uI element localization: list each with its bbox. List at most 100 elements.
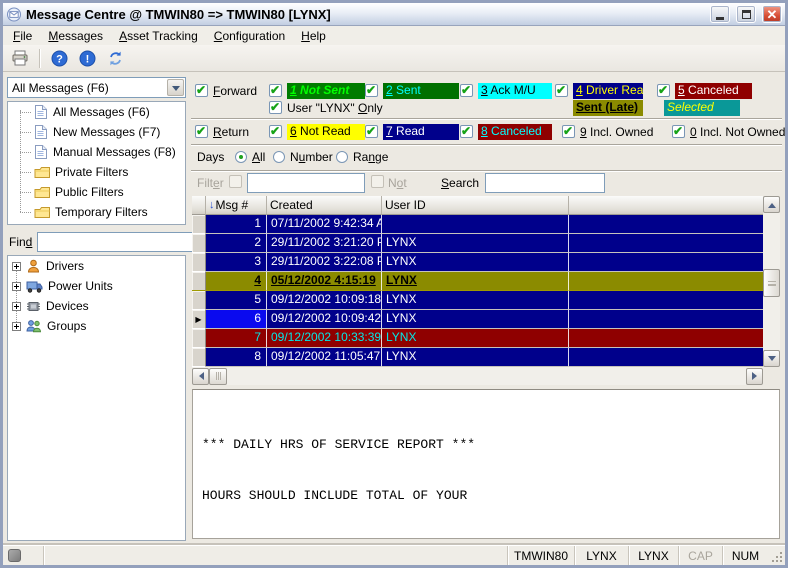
ack-checkbox[interactable]: [460, 84, 473, 97]
vertical-scrollbar[interactable]: [763, 196, 780, 367]
incl-owned-checkbox[interactable]: [562, 125, 575, 138]
forward-checkbox[interactable]: [195, 84, 208, 97]
table-row-4[interactable]: 4 05/12/2002 4:15:19 LYNX: [192, 272, 763, 291]
table-row-1[interactable]: 1 07/11/2002 9:42:34 A: [192, 215, 763, 234]
horizontal-scroll-track[interactable]: [227, 368, 746, 385]
info-button[interactable]: !: [76, 47, 98, 69]
msg-cell[interactable]: 1: [206, 215, 267, 234]
user-cell[interactable]: LYNX: [382, 272, 569, 291]
print-button[interactable]: [9, 47, 31, 69]
tree-item-manual-messages[interactable]: Manual Messages (F8): [8, 142, 185, 162]
filter-dropdown[interactable]: All Messages (F6): [7, 77, 186, 98]
scroll-up-button[interactable]: [763, 196, 780, 213]
dropdown-button[interactable]: [167, 79, 184, 96]
tree-item-devices[interactable]: Devices: [8, 296, 185, 316]
row-selector[interactable]: [192, 215, 206, 234]
vertical-scroll-thumb[interactable]: [763, 269, 780, 297]
msg-cell[interactable]: 2: [206, 234, 267, 253]
title-bar[interactable]: Message Centre @ TMWIN80 => TMWIN80 [LYN…: [3, 3, 785, 26]
canceled8-checkbox[interactable]: [460, 125, 473, 138]
table-row-8[interactable]: 8 09/12/2002 11:05:47 A LYNX: [192, 348, 763, 367]
msg-cell[interactable]: 7: [206, 329, 267, 348]
created-cell[interactable]: 09/12/2002 11:05:47 A: [267, 348, 382, 367]
header-user[interactable]: User ID: [382, 196, 569, 215]
not-sent-checkbox[interactable]: [269, 84, 282, 97]
tree-item-groups[interactable]: Groups: [8, 316, 185, 336]
table-row-6-current[interactable]: ▶ 6 09/12/2002 10:09:42 A LYNX: [192, 310, 763, 329]
close-button[interactable]: ✕: [762, 5, 782, 23]
menu-asset-tracking[interactable]: Asset Tracking: [111, 27, 206, 45]
table-row-2[interactable]: 2 29/11/2002 3:21:20 P LYNX: [192, 234, 763, 253]
refresh-button[interactable]: [104, 47, 126, 69]
user-only-checkbox[interactable]: [269, 101, 282, 114]
days-all-radio[interactable]: All: [235, 149, 265, 165]
msg-cell[interactable]: 3: [206, 253, 267, 272]
row-selector[interactable]: [192, 348, 206, 367]
user-cell[interactable]: LYNX: [382, 329, 569, 348]
msg-cell-current[interactable]: 6: [206, 310, 267, 329]
tree-item-public-filters[interactable]: Public Filters: [8, 182, 185, 202]
created-cell[interactable]: 05/12/2002 4:15:19: [267, 272, 382, 291]
created-cell[interactable]: 29/11/2002 3:21:20 P: [267, 234, 382, 253]
expand-plus-icon[interactable]: [12, 302, 21, 311]
tree-item-private-filters[interactable]: Private Filters: [8, 162, 185, 182]
tree-item-drivers[interactable]: Drivers: [8, 256, 185, 276]
table-row-3[interactable]: 3 29/11/2002 3:22:08 P LYNX: [192, 253, 763, 272]
created-cell[interactable]: 29/11/2002 3:22:08 P: [267, 253, 382, 272]
user-cell[interactable]: LYNX: [382, 310, 569, 329]
menu-configuration[interactable]: Configuration: [206, 27, 293, 45]
minimize-button[interactable]: [710, 5, 730, 23]
msg-cell[interactable]: 4: [206, 272, 267, 291]
resize-grip[interactable]: [768, 546, 785, 565]
tree-item-all-messages[interactable]: All Messages (F6): [8, 102, 185, 122]
menu-file[interactable]: File: [5, 27, 40, 45]
driver-read-checkbox[interactable]: [555, 84, 568, 97]
menu-messages[interactable]: Messages: [40, 27, 111, 45]
created-cell[interactable]: 09/12/2002 10:09:18 A: [267, 291, 382, 310]
row-selector[interactable]: [192, 272, 206, 291]
help-button[interactable]: ?: [48, 47, 70, 69]
created-cell[interactable]: 09/12/2002 10:09:42 A: [267, 310, 382, 329]
created-cell[interactable]: 07/11/2002 9:42:34 A: [267, 215, 382, 234]
expand-plus-icon[interactable]: [12, 282, 21, 291]
table-row-7[interactable]: 7 09/12/2002 10:33:39 A LYNX: [192, 329, 763, 348]
days-range-radio[interactable]: Range: [336, 149, 388, 165]
not-checkbox[interactable]: [371, 175, 384, 188]
not-read-checkbox[interactable]: [269, 125, 282, 138]
user-cell[interactable]: LYNX: [382, 253, 569, 272]
msg-cell[interactable]: 8: [206, 348, 267, 367]
row-selector[interactable]: [192, 329, 206, 348]
tree-item-power-units[interactable]: Power Units: [8, 276, 185, 296]
expand-plus-icon[interactable]: [12, 322, 21, 331]
scroll-right-button[interactable]: [746, 368, 763, 385]
user-cell[interactable]: [382, 215, 569, 234]
filter-checkbox[interactable]: [229, 175, 242, 188]
row-selector[interactable]: [192, 234, 206, 253]
created-cell[interactable]: 09/12/2002 10:33:39 A: [267, 329, 382, 348]
menu-help[interactable]: Help: [293, 27, 334, 45]
incl-not-owned-checkbox[interactable]: [672, 125, 685, 138]
header-created[interactable]: Created: [267, 196, 382, 215]
user-cell[interactable]: LYNX: [382, 234, 569, 253]
scroll-down-button[interactable]: [763, 350, 780, 367]
msg-cell[interactable]: 5: [206, 291, 267, 310]
user-cell[interactable]: LYNX: [382, 348, 569, 367]
user-cell[interactable]: LYNX: [382, 291, 569, 310]
expand-plus-icon[interactable]: [12, 262, 21, 271]
search-input[interactable]: [485, 173, 605, 193]
filter-input[interactable]: [247, 173, 365, 193]
return-checkbox[interactable]: [195, 125, 208, 138]
vertical-scroll-track[interactable]: [763, 213, 780, 350]
find-input[interactable]: [37, 232, 200, 252]
canceled5-checkbox[interactable]: [657, 84, 670, 97]
table-row-5[interactable]: 5 09/12/2002 10:09:18 A LYNX: [192, 291, 763, 310]
days-number-radio[interactable]: Number: [273, 149, 333, 165]
maximize-button[interactable]: [736, 5, 756, 23]
horizontal-scroll-thumb[interactable]: [209, 368, 227, 385]
sent-checkbox[interactable]: [365, 84, 378, 97]
tree-item-new-messages[interactable]: New Messages (F7): [8, 122, 185, 142]
horizontal-scrollbar[interactable]: [192, 367, 763, 385]
current-row-arrow[interactable]: ▶: [192, 310, 206, 329]
read-checkbox[interactable]: [365, 125, 378, 138]
header-msg[interactable]: ↓Msg #: [206, 196, 267, 215]
